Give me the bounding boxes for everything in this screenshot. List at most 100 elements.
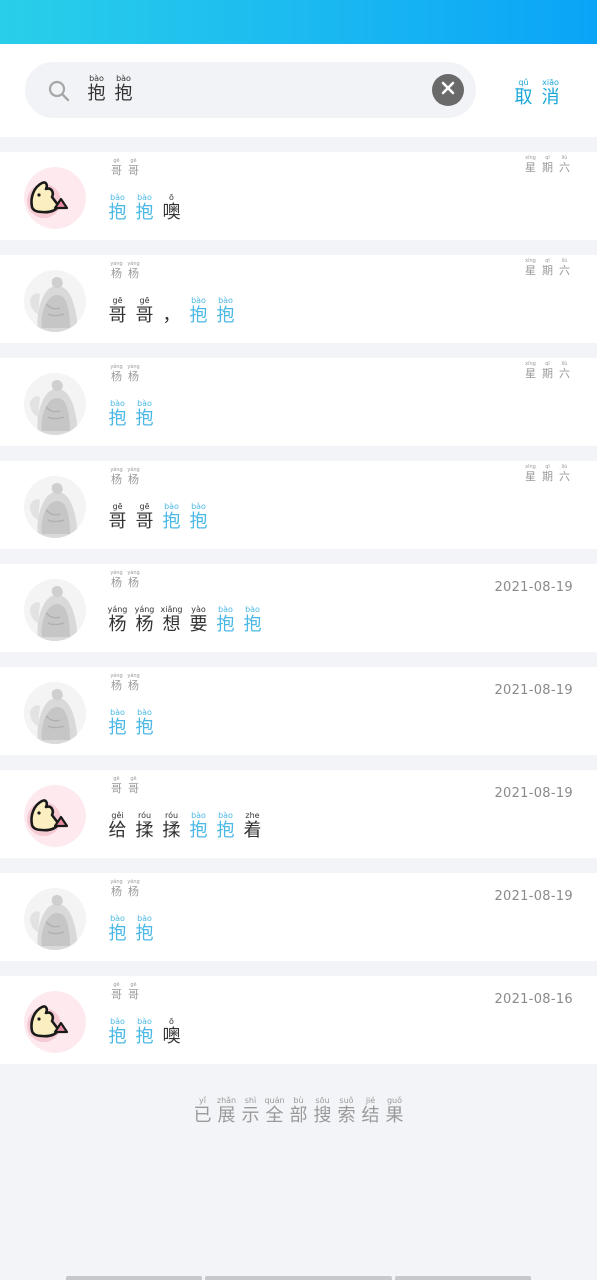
result-card[interactable]: yáng 杨 yáng 杨 xīng 星 qī 期 liù 六 gē 哥 gē 哥 bào 抱 bào 抱 <box>0 461 597 549</box>
avatar-photo[interactable] <box>24 373 86 435</box>
avatar-photo[interactable] <box>24 476 86 538</box>
result-card[interactable]: yáng 杨 yáng 杨 2021-08-19 bào 抱 bào 抱 <box>0 667 597 755</box>
result-item[interactable]: yáng 杨 yáng 杨 xīng 星 qī 期 liù 六 gē 哥 gē 哥 bào 抱 bào 抱 <box>0 446 597 549</box>
pinyin-char: liù 六 <box>556 464 573 483</box>
hanzi: 杨 <box>128 370 139 383</box>
result-item[interactable]: yáng 杨 yáng 杨 2021-08-19 yáng 杨 yáng 杨 xiǎng 想 yào 要… <box>0 549 597 652</box>
pinyin-char: bào 抱 <box>185 502 212 532</box>
pinyin-char: qī 期 <box>539 464 556 483</box>
pinyin-reading: bào <box>110 399 125 408</box>
pinyin-char: qǔ 取 <box>510 78 537 108</box>
pinyin-char: suǒ 索 <box>335 1096 359 1126</box>
result-item[interactable]: gē 哥 gē 哥 xīng 星 qī 期 liù 六 bào 抱 bào 抱 ō 噢 <box>0 137 597 240</box>
message-time: xīng 星 qī 期 liù 六 <box>522 258 573 277</box>
message-date: 2021-08-19 <box>494 889 573 904</box>
pinyin-char: gē 哥 <box>125 776 142 795</box>
pinyin-char: gē 哥 <box>108 982 125 1001</box>
result-item[interactable]: yáng 杨 yáng 杨 2021-08-19 bào 抱 bào 抱 <box>0 858 597 961</box>
pinyin-reading: bào <box>116 74 131 83</box>
pinyin-char: yáng 杨 <box>108 673 125 692</box>
pinyin-char: bào 抱 <box>104 708 131 738</box>
hanzi: 星 <box>525 264 536 277</box>
avatar-photo[interactable] <box>24 579 86 641</box>
result-card[interactable]: gē 哥 gē 哥 2021-08-16 bào 抱 bào 抱 ō 噢 <box>0 976 597 1064</box>
hanzi: 期 <box>542 470 553 483</box>
hanzi: 已 <box>193 1105 212 1126</box>
avatar-cartoon[interactable] <box>24 785 86 847</box>
pinyin-char: bào 抱 <box>104 193 131 223</box>
search-input[interactable]: bào 抱 bào 抱 <box>25 62 476 118</box>
hanzi: 抱 <box>108 1026 127 1047</box>
message-preview: bào 抱 bào 抱 ō 噢 <box>104 193 185 223</box>
result-item[interactable]: yáng 杨 yáng 杨 xīng 星 qī 期 liù 六 gē 哥 gē 哥， bào 抱 bào 抱 <box>0 240 597 343</box>
pinyin-char: gē 哥 <box>108 776 125 795</box>
hanzi: 着 <box>243 820 262 841</box>
avatar-cartoon[interactable] <box>24 991 86 1053</box>
pinyin-char: bào 抱 <box>185 811 212 841</box>
message-date: 2021-08-19 <box>494 786 573 801</box>
hanzi: 抱 <box>216 305 235 326</box>
avatar-cartoon[interactable] <box>24 167 86 229</box>
hanzi: 抱 <box>108 202 127 223</box>
message-preview: bào 抱 bào 抱 ō 噢 <box>104 1017 185 1047</box>
search-header: bào 抱 bào 抱 qǔ 取 xiāo 消 <box>0 44 597 137</box>
result-item[interactable]: yáng 杨 yáng 杨 2021-08-19 bào 抱 bào 抱 <box>0 652 597 755</box>
hanzi: 抱 <box>189 511 208 532</box>
pinyin-char: ， <box>158 296 185 326</box>
avatar-photo[interactable] <box>24 682 86 744</box>
result-item[interactable]: gē 哥 gē 哥 2021-08-19 gěi 给 róu 揉 róu 揉 bào 抱 bào 抱 zhe 着 <box>0 755 597 858</box>
message-time: xīng 星 qī 期 liù 六 <box>522 155 573 174</box>
pinyin-char: gē 哥 <box>104 296 131 326</box>
pinyin-reading: bào <box>110 193 125 202</box>
result-card[interactable]: yáng 杨 yáng 杨 xīng 星 qī 期 liù 六 gē 哥 gē 哥， bào 抱 bào 抱 <box>0 255 597 343</box>
hanzi: 抱 <box>135 1026 154 1047</box>
result-card[interactable]: yáng 杨 yáng 杨 xīng 星 qī 期 liù 六 bào 抱 bào 抱 <box>0 358 597 446</box>
pinyin-char: yào 要 <box>185 605 212 635</box>
pinyin-reading: gē <box>139 502 150 511</box>
pinyin-char: yáng 杨 <box>108 261 125 280</box>
pinyin-char: gē 哥 <box>131 296 158 326</box>
result-item[interactable]: gē 哥 gē 哥 2021-08-16 bào 抱 bào 抱 ō 噢 <box>0 961 597 1064</box>
hanzi: 噢 <box>162 1026 181 1047</box>
message-preview: gē 哥 gē 哥， bào 抱 bào 抱 <box>104 296 239 326</box>
result-card[interactable]: gē 哥 gē 哥 xīng 星 qī 期 liù 六 bào 抱 bào 抱 ō 噢 <box>0 152 597 240</box>
hanzi: 噢 <box>162 202 181 223</box>
result-card[interactable]: yáng 杨 yáng 杨 2021-08-19 bào 抱 bào 抱 <box>0 873 597 961</box>
pinyin-reading: bào <box>89 74 104 83</box>
result-card[interactable]: gē 哥 gē 哥 2021-08-19 gěi 给 róu 揉 róu 揉 bào 抱 bào 抱 zhe 着 <box>0 770 597 858</box>
hanzi: 六 <box>559 367 570 380</box>
pinyin-char: yáng 杨 <box>125 261 142 280</box>
hanzi: 杨 <box>111 679 122 692</box>
avatar-photo[interactable] <box>24 888 86 950</box>
clear-search-button[interactable] <box>432 74 464 106</box>
pinyin-char: yáng 杨 <box>125 879 142 898</box>
pinyin-char: yáng 杨 <box>125 570 142 589</box>
pinyin-reading: sōu <box>315 1096 330 1105</box>
pinyin-char: bào 抱 <box>131 914 158 944</box>
pinyin-char: bào 抱 <box>131 1017 158 1047</box>
pinyin-char: bào 抱 <box>110 74 137 104</box>
avatar-photo[interactable] <box>24 270 86 332</box>
hanzi: 杨 <box>128 473 139 486</box>
hanzi: 哥 <box>135 305 154 326</box>
result-card[interactable]: yáng 杨 yáng 杨 2021-08-19 yáng 杨 yáng 杨 xiǎng 想 yào 要… <box>0 564 597 652</box>
pinyin-char: bù 部 <box>287 1096 311 1126</box>
hanzi: 哥 <box>111 988 122 1001</box>
hanzi: 示 <box>241 1105 260 1126</box>
hanzi: 取 <box>514 87 533 108</box>
hanzi: 杨 <box>128 267 139 280</box>
cancel-button[interactable]: qǔ 取 xiāo 消 <box>510 78 564 108</box>
pinyin-char: gē 哥 <box>104 502 131 532</box>
pinyin-char: gē 哥 <box>125 158 142 177</box>
hanzi: 杨 <box>135 614 154 635</box>
hanzi: 抱 <box>135 202 154 223</box>
pinyin-reading: bào <box>137 1017 152 1026</box>
status-bar <box>0 0 597 44</box>
hanzi: 哥 <box>108 511 127 532</box>
pinyin-reading: bù <box>293 1096 304 1105</box>
hanzi: 哥 <box>128 988 139 1001</box>
result-item[interactable]: yáng 杨 yáng 杨 xīng 星 qī 期 liù 六 bào 抱 bào 抱 <box>0 343 597 446</box>
hanzi: 抱 <box>135 408 154 429</box>
pinyin-char: bào 抱 <box>158 502 185 532</box>
hanzi: 哥 <box>128 782 139 795</box>
